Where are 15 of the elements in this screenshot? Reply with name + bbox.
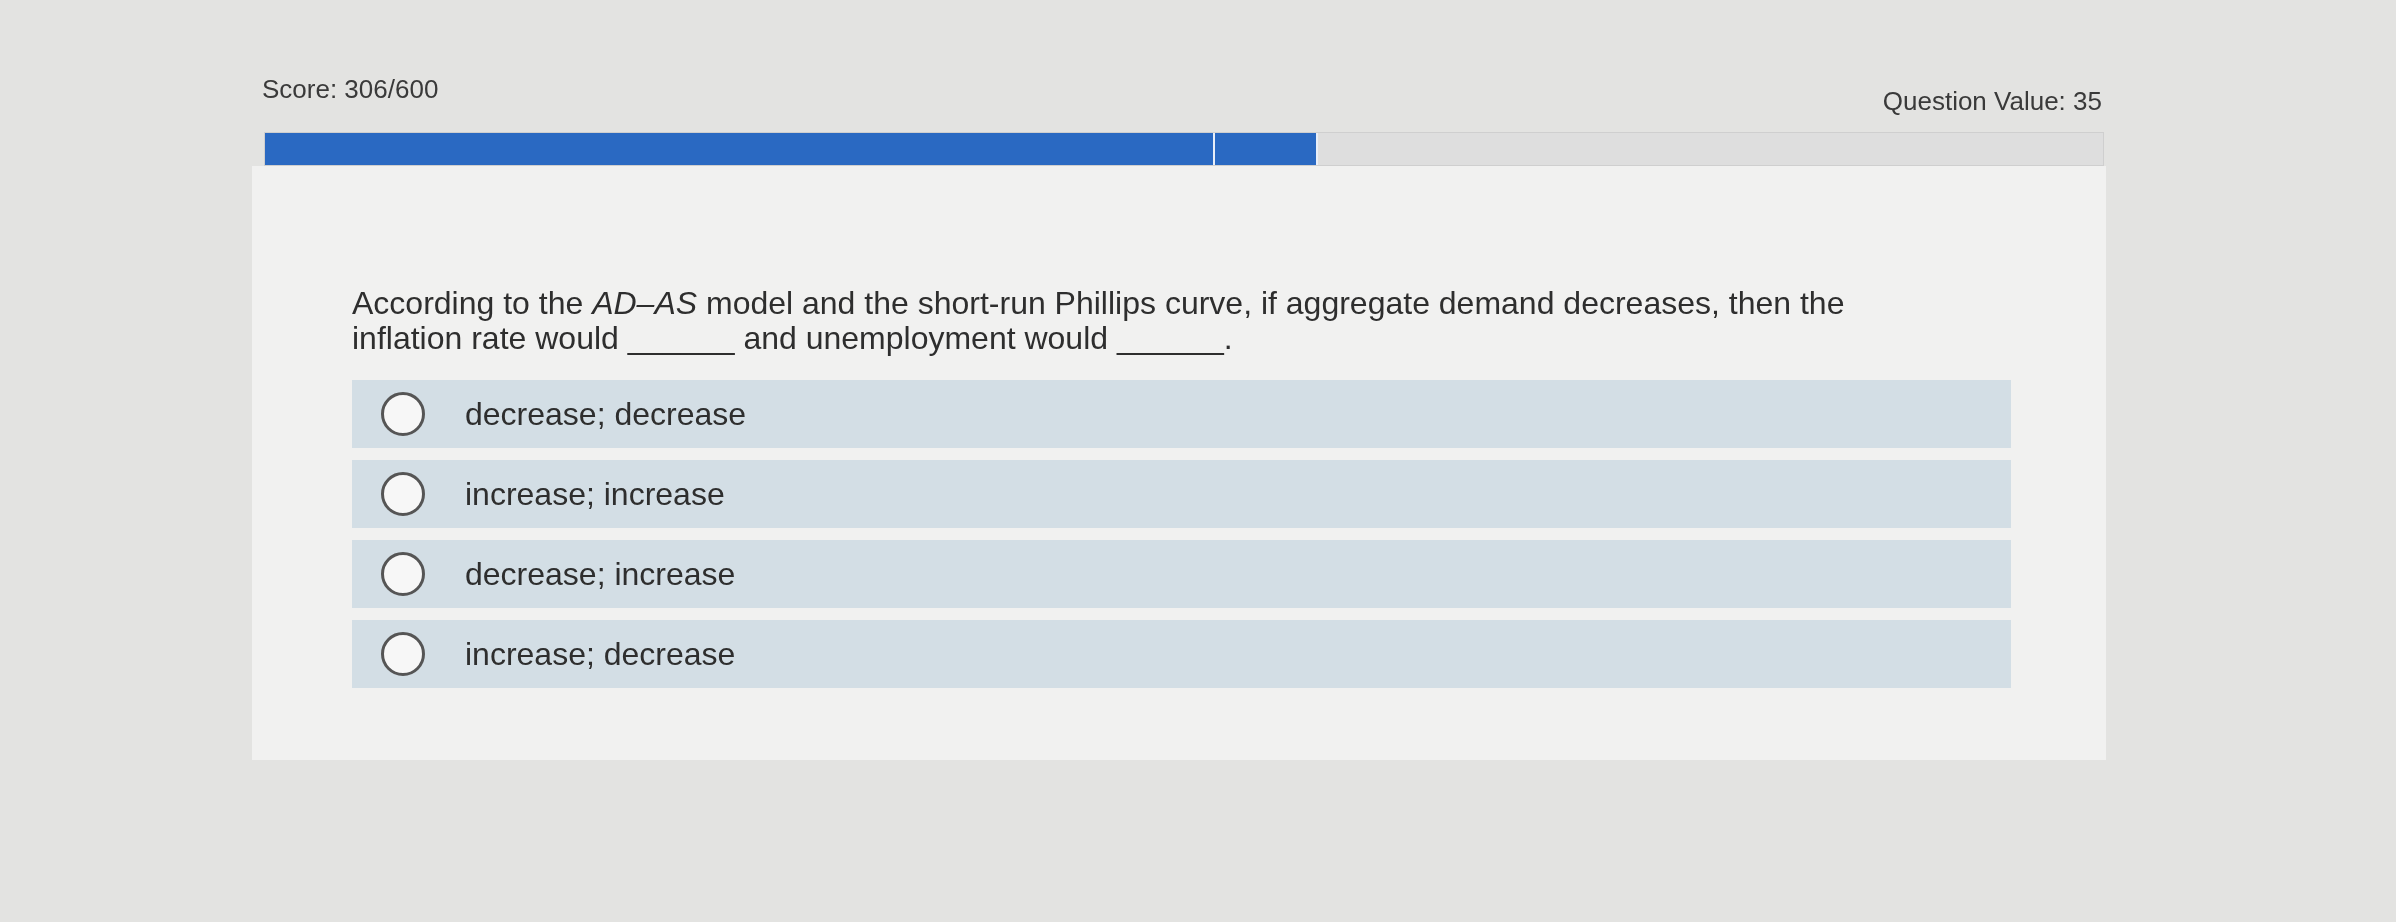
answer-option[interactable]: decrease; increase: [352, 540, 2011, 608]
option-label: increase; increase: [465, 476, 725, 512]
answer-option[interactable]: increase; decrease: [352, 620, 2011, 688]
answer-option[interactable]: decrease; decrease: [352, 380, 2011, 448]
radio-button[interactable]: [381, 632, 425, 676]
question-text: According to the AD–AS model and the short-run Phillips curve, if aggregate demand decreases, then the inflation rate would ______ and unemployment would ______.: [352, 286, 1846, 356]
radio-button[interactable]: [381, 472, 425, 516]
option-label: decrease; increase: [465, 556, 736, 592]
option-label: decrease; decrease: [465, 396, 747, 432]
radio-button[interactable]: [381, 552, 425, 596]
answer-option[interactable]: increase; increase: [352, 460, 2011, 528]
option-label: increase; decrease: [465, 636, 736, 672]
question-value-text: Question Value: 35: [1882, 85, 2102, 118]
radio-button[interactable]: [381, 392, 425, 436]
score-text: Score: 306/600: [262, 73, 439, 106]
